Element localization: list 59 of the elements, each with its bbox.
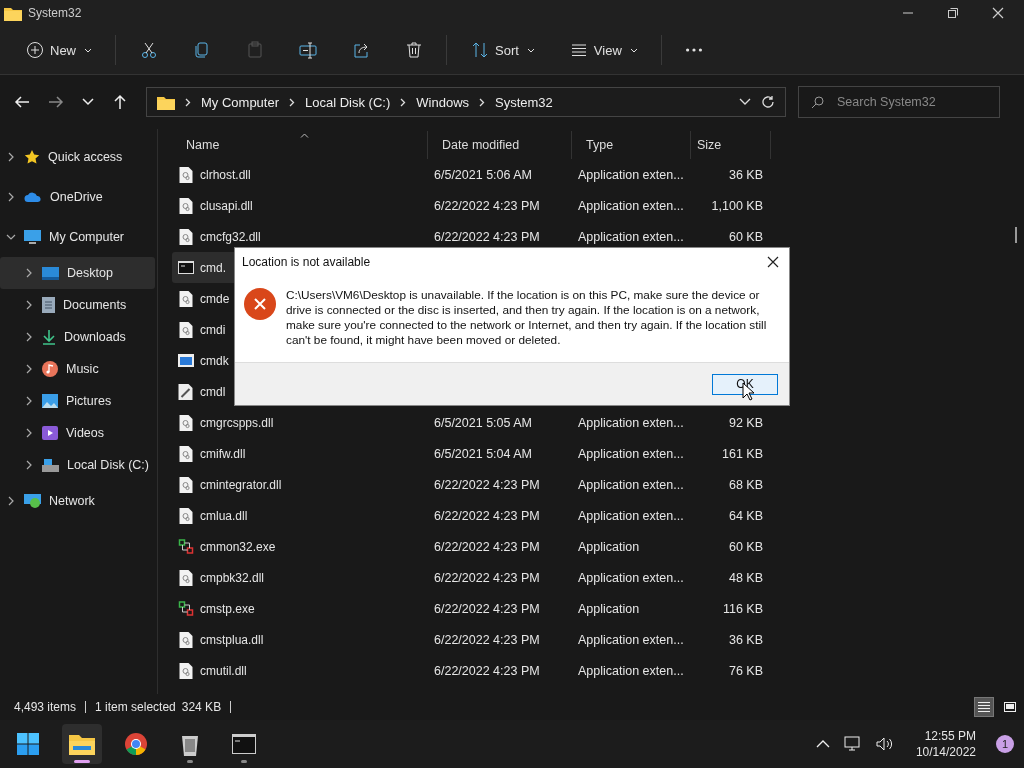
table-cell-text: 64 KB bbox=[727, 508, 764, 523]
table-cell-text: 6/5/2021 5:05 AM bbox=[433, 415, 533, 430]
table-cell-text: 116 KB bbox=[721, 601, 764, 616]
table-cell-text: 6/22/2022 4:23 PM bbox=[433, 508, 541, 523]
table-cell-text: Application exten... bbox=[577, 663, 685, 678]
table-cell-text: 68 KB bbox=[727, 477, 764, 492]
file-name: cmintegrator.dll bbox=[200, 477, 282, 492]
table-cell-text: Application exten... bbox=[577, 167, 685, 182]
item-count: 4,493 items bbox=[14, 700, 77, 714]
table-cell-text: 60 KB bbox=[727, 229, 764, 244]
dialog-title: Location is not available bbox=[242, 255, 371, 269]
file-name: cmstp.exe bbox=[200, 601, 255, 616]
file-name: cmstplua.dll bbox=[200, 632, 264, 647]
table-cell-text: Application exten... bbox=[577, 446, 685, 461]
table-cell-text: 6/22/2022 4:23 PM bbox=[433, 229, 541, 244]
table-cell-text: Application exten... bbox=[577, 570, 685, 585]
file-name: clrhost.dll bbox=[200, 167, 251, 182]
table-cell-text: Application exten... bbox=[577, 632, 685, 647]
table-cell-text: 6/22/2022 4:23 PM bbox=[433, 663, 541, 678]
file-name: cmgrcspps.dll bbox=[200, 415, 274, 430]
file-name: cmcfg32.dll bbox=[200, 229, 261, 244]
table-cell-text: 161 KB bbox=[721, 446, 764, 461]
table-cell-text: 60 KB bbox=[727, 539, 764, 554]
table-cell-text: 6/22/2022 4:23 PM bbox=[433, 539, 541, 554]
table-cell-text: Application exten... bbox=[577, 198, 685, 213]
window-title: System32 bbox=[28, 6, 82, 20]
dialog-message: C:\Users\VM6\Desktop is unavailable. If the location is on this PC, make sure the device or drive is connected or the disc is inserted, and then try again. If the location is on a network, make sure you're connected to the network or Internet, and then try again. If the location still can't be found, it might have been moved or deleted. bbox=[286, 288, 768, 348]
file-name: cmdl bbox=[200, 384, 226, 399]
selection-info: 1 item selected bbox=[95, 700, 176, 714]
table-cell-text: 36 KB bbox=[727, 632, 764, 647]
table-cell-text: 6/22/2022 4:23 PM bbox=[433, 477, 541, 492]
file-name: cmmon32.exe bbox=[200, 539, 276, 554]
file-name: cmdk bbox=[200, 353, 229, 368]
table-cell-text: 92 KB bbox=[727, 415, 764, 430]
table-cell-text: 76 KB bbox=[727, 663, 764, 678]
table-cell-text: 48 KB bbox=[727, 570, 764, 585]
table-cell-text: Application bbox=[577, 539, 641, 554]
table-cell-text: 6/22/2022 4:23 PM bbox=[433, 570, 541, 585]
file-name: cmpbk32.dll bbox=[200, 570, 265, 585]
table-cell-text: 6/22/2022 4:23 PM bbox=[433, 632, 541, 647]
file-name: cmlua.dll bbox=[200, 508, 248, 523]
file-name: cmdi bbox=[200, 322, 226, 337]
table-cell-text: Application exten... bbox=[577, 508, 685, 523]
table-cell-text: Application exten... bbox=[577, 477, 685, 492]
table-cell-text: 36 KB bbox=[727, 167, 764, 182]
selection-size: 324 KB bbox=[181, 700, 222, 714]
file-name: cmd. bbox=[200, 260, 226, 275]
file-name: cmutil.dll bbox=[200, 663, 247, 678]
table-cell-text: Application exten... bbox=[577, 415, 685, 430]
file-name: cmde bbox=[200, 291, 230, 306]
table-cell-text: Application exten... bbox=[577, 229, 685, 244]
table-cell-text: 6/5/2021 5:06 AM bbox=[433, 167, 533, 182]
table-cell-text: 6/5/2021 5:04 AM bbox=[433, 446, 533, 461]
table-cell-text: 6/22/2022 4:23 PM bbox=[433, 601, 541, 616]
table-cell-text: 1,100 KB bbox=[710, 198, 764, 213]
table-cell-text: Application bbox=[577, 601, 641, 616]
file-name: clusapi.dll bbox=[200, 198, 253, 213]
file-name: cmifw.dll bbox=[200, 446, 246, 461]
table-cell-text: 6/22/2022 4:23 PM bbox=[433, 198, 541, 213]
